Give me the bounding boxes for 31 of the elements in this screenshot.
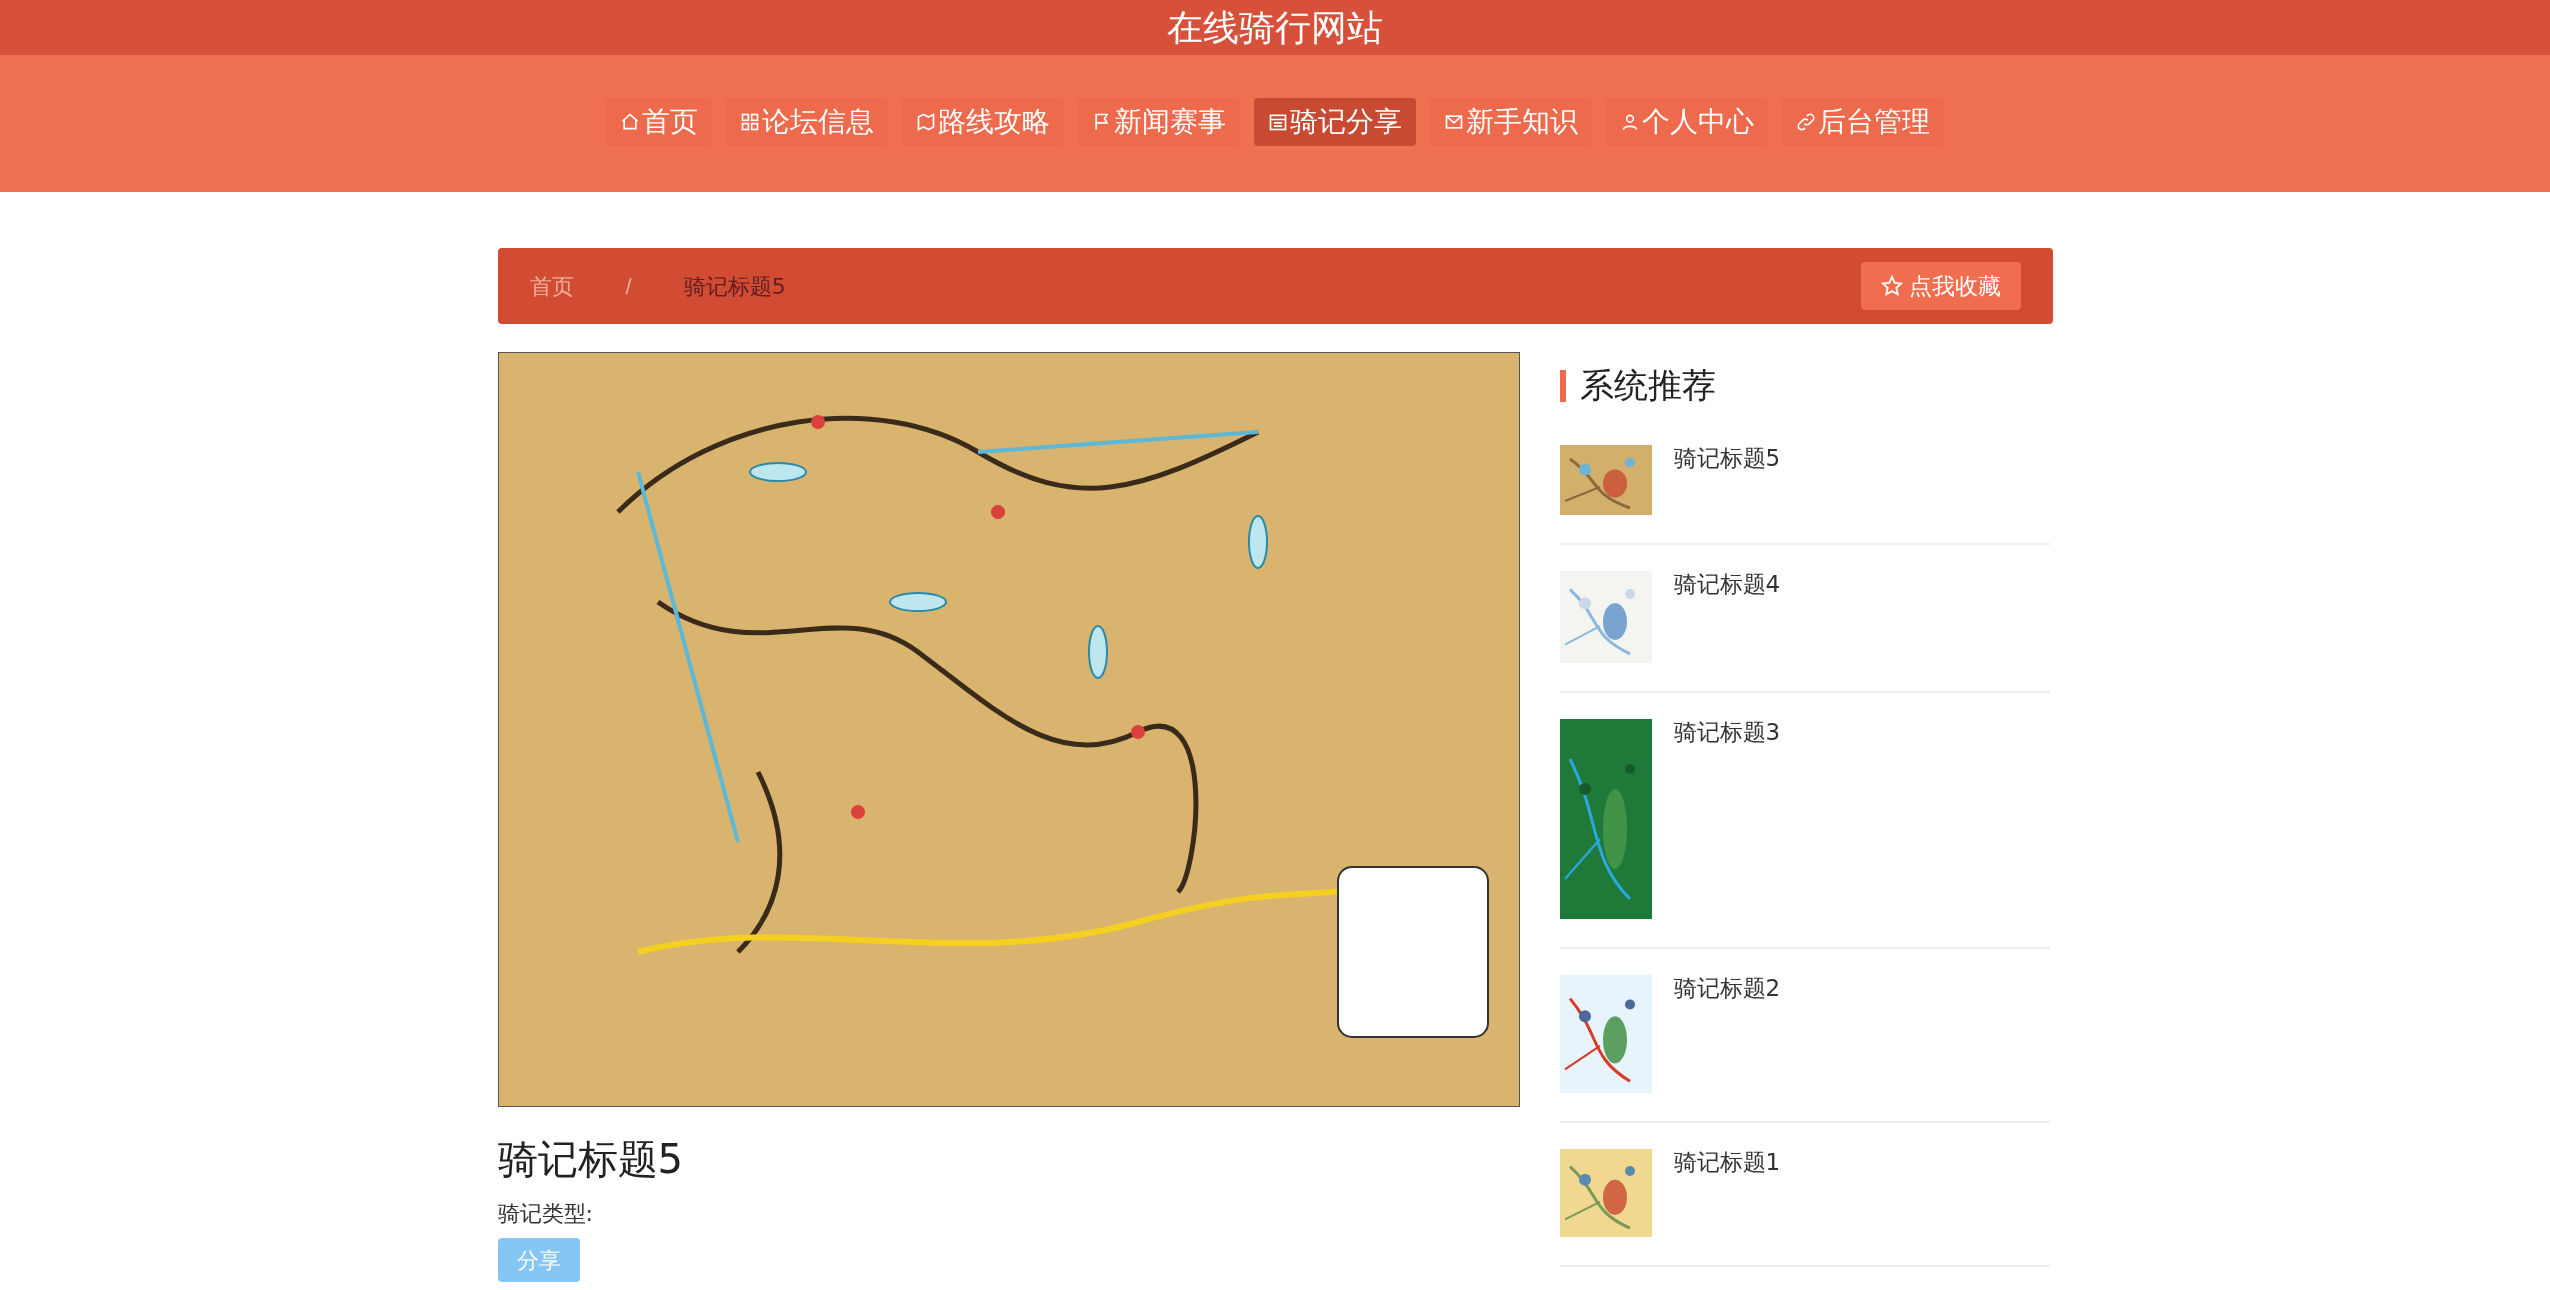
nav-tab[interactable]: 后台管理 [1782, 98, 1944, 146]
heading-accent-bar [1559, 369, 1566, 402]
recommended-title[interactable]: 骑记标题3 [1673, 719, 1781, 919]
recommended-title[interactable]: 骑记标题4 [1673, 571, 1781, 663]
nav-tab[interactable]: 新手知识 [1430, 98, 1592, 146]
nav-tab[interactable]: 新闻赛事 [1078, 98, 1240, 146]
share-tag-button[interactable]: 分享 [497, 1238, 580, 1282]
nav-tab[interactable]: 路线攻略 [902, 98, 1064, 146]
site-title: 在线骑行网站 [1167, 5, 1383, 50]
recommended-title[interactable]: 骑记标题1 [1673, 1149, 1781, 1237]
article-title: 骑记标题5 [497, 1135, 684, 1184]
grid-icon [740, 112, 760, 132]
nav-tab[interactable]: 骑记分享 [1254, 98, 1416, 146]
user-icon [1620, 112, 1640, 132]
breadcrumb-separator: / [625, 272, 632, 301]
nav-tab[interactable]: 论坛信息 [726, 98, 888, 146]
calendar-icon [1268, 112, 1288, 132]
recommended-title[interactable]: 骑记标题5 [1673, 445, 1781, 515]
sidebar-heading: 系统推荐 [1579, 364, 1716, 407]
recommended-title[interactable]: 骑记标题2 [1673, 975, 1781, 1093]
home-icon [620, 112, 640, 132]
type-label: 骑记类型: [497, 1200, 594, 1228]
star-icon [1880, 275, 1903, 297]
link-icon [1796, 112, 1816, 132]
mail-icon [1444, 112, 1464, 132]
breadcrumb-current: 骑记标题5 [683, 272, 786, 301]
breadcrumb-link[interactable]: 首页 [529, 269, 574, 303]
nav-tab[interactable]: 个人中心 [1606, 98, 1768, 146]
nav-tab[interactable]: 首页 [606, 98, 712, 146]
map-icon [916, 112, 936, 132]
favorite-button[interactable]: 点我收藏 [1860, 262, 2021, 310]
